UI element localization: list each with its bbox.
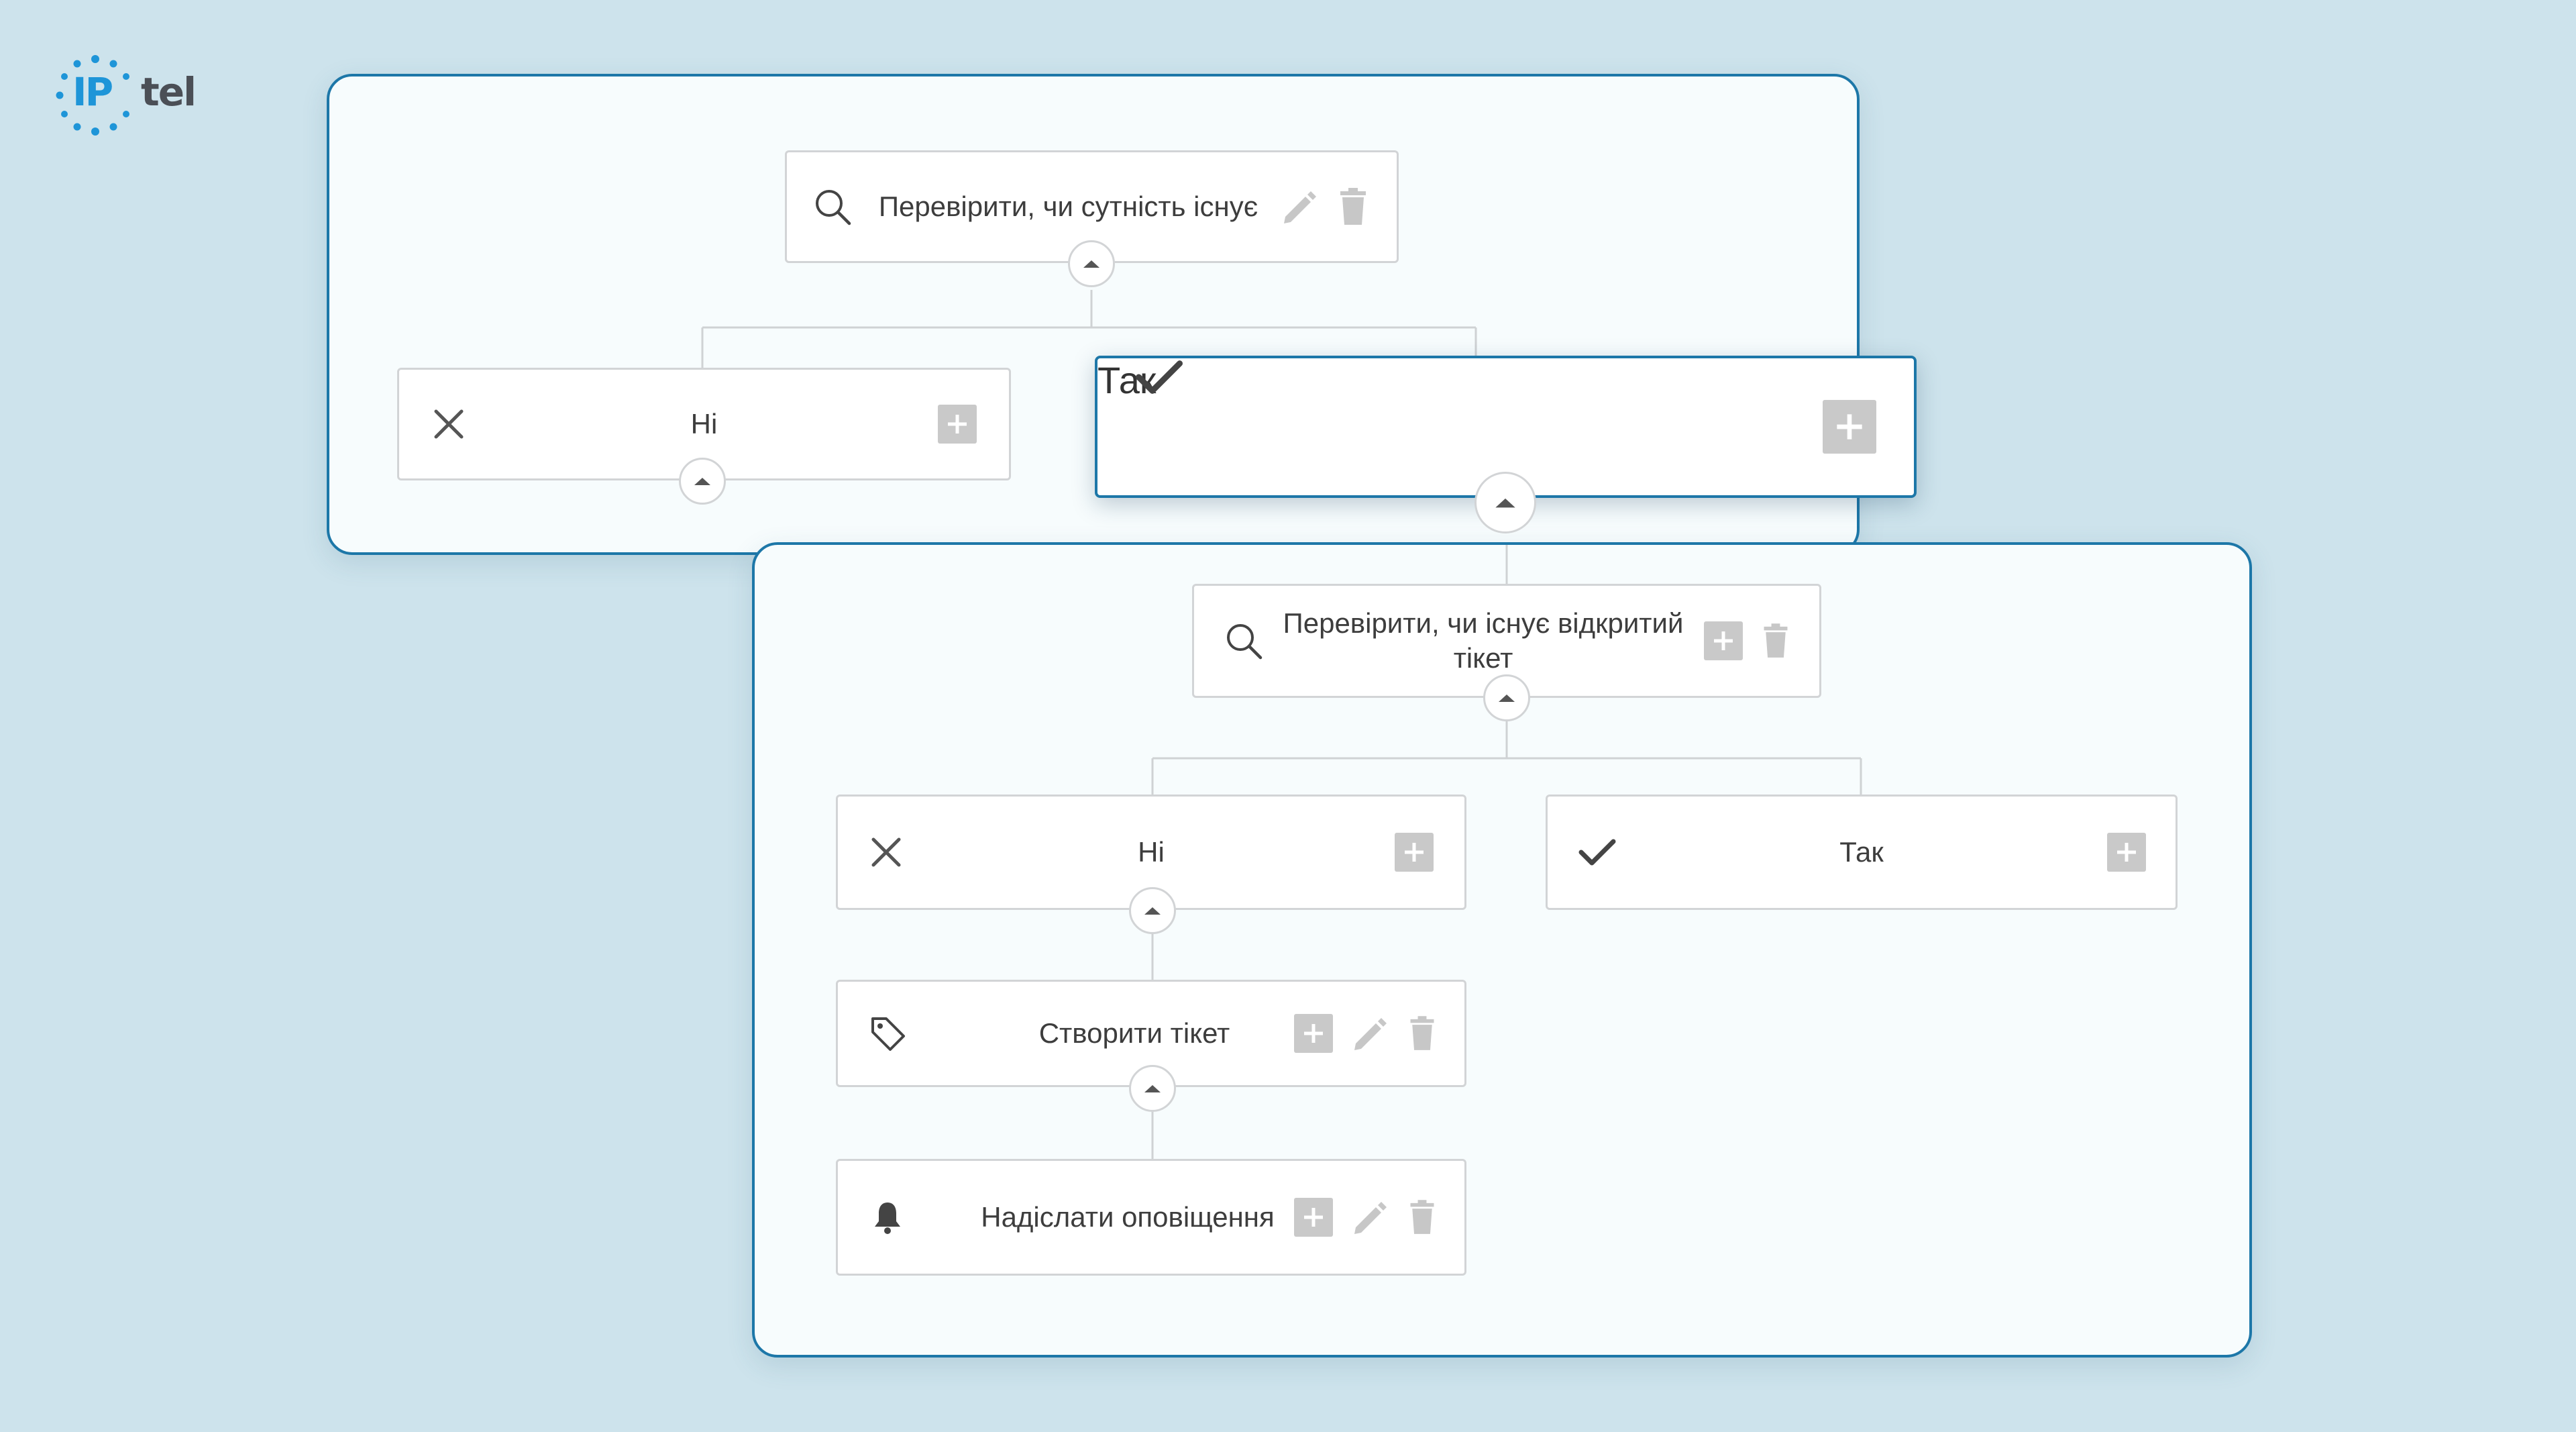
trash-icon[interactable] xyxy=(1407,1198,1438,1237)
add-step-button[interactable] xyxy=(1294,1198,1333,1237)
search-icon xyxy=(812,187,853,227)
node-title: Ні xyxy=(1138,836,1165,868)
branch-node-yes[interactable]: Так xyxy=(1546,795,2178,910)
add-step-button[interactable] xyxy=(938,405,977,444)
collapse-toggle-button[interactable] xyxy=(1483,674,1530,721)
search-icon xyxy=(1224,621,1264,661)
logo-tel-text: tel xyxy=(141,69,197,115)
node-title: Так xyxy=(1097,359,1157,401)
pencil-icon[interactable] xyxy=(1280,187,1319,226)
add-step-button[interactable] xyxy=(1823,400,1876,454)
add-step-button[interactable] xyxy=(1704,621,1743,660)
node-title: Перевірити, чи сутність існує xyxy=(878,191,1258,222)
chevron-up-icon xyxy=(1499,695,1515,702)
plus-icon xyxy=(1304,1208,1323,1227)
collapse-toggle-button[interactable] xyxy=(1129,1065,1176,1112)
logo-ip-text: IP xyxy=(72,69,113,115)
chevron-up-icon xyxy=(1144,907,1161,915)
chevron-up-icon xyxy=(694,478,710,485)
pencil-icon[interactable] xyxy=(1350,1014,1389,1053)
action-node-send-notification[interactable]: Надіслати оповіщення xyxy=(836,1159,1466,1276)
iptel-logo: IP tel xyxy=(55,55,216,136)
collapse-toggle-button[interactable] xyxy=(1474,472,1536,533)
flow-panel-ticket-check: Перевірити, чи існує відкритий тікет Ні xyxy=(752,542,2252,1358)
collapse-toggle-button[interactable] xyxy=(679,458,726,505)
node-title: Ні xyxy=(690,408,718,440)
chevron-up-icon xyxy=(1495,498,1515,508)
add-step-button[interactable] xyxy=(2107,833,2146,872)
node-title: Так xyxy=(1839,836,1884,868)
plus-icon xyxy=(1837,414,1862,440)
trash-icon[interactable] xyxy=(1407,1014,1438,1053)
plus-icon xyxy=(948,415,967,433)
plus-icon xyxy=(1714,631,1733,650)
pencil-icon[interactable] xyxy=(1350,1198,1389,1237)
trash-icon[interactable] xyxy=(1336,187,1370,226)
check-icon xyxy=(1135,358,1185,399)
collapse-toggle-button[interactable] xyxy=(1068,240,1115,287)
plus-icon xyxy=(1405,843,1424,862)
add-step-button[interactable] xyxy=(1395,833,1434,872)
node-title: Перевірити, чи існує відкритий тікет xyxy=(1283,607,1684,674)
add-step-button[interactable] xyxy=(1294,1014,1333,1053)
plus-icon xyxy=(2117,843,2136,862)
trash-icon[interactable] xyxy=(1760,621,1791,660)
collapse-toggle-button[interactable] xyxy=(1129,887,1176,934)
chevron-up-icon xyxy=(1083,260,1099,268)
chevron-up-icon xyxy=(1144,1085,1161,1092)
plus-icon xyxy=(1304,1024,1323,1043)
